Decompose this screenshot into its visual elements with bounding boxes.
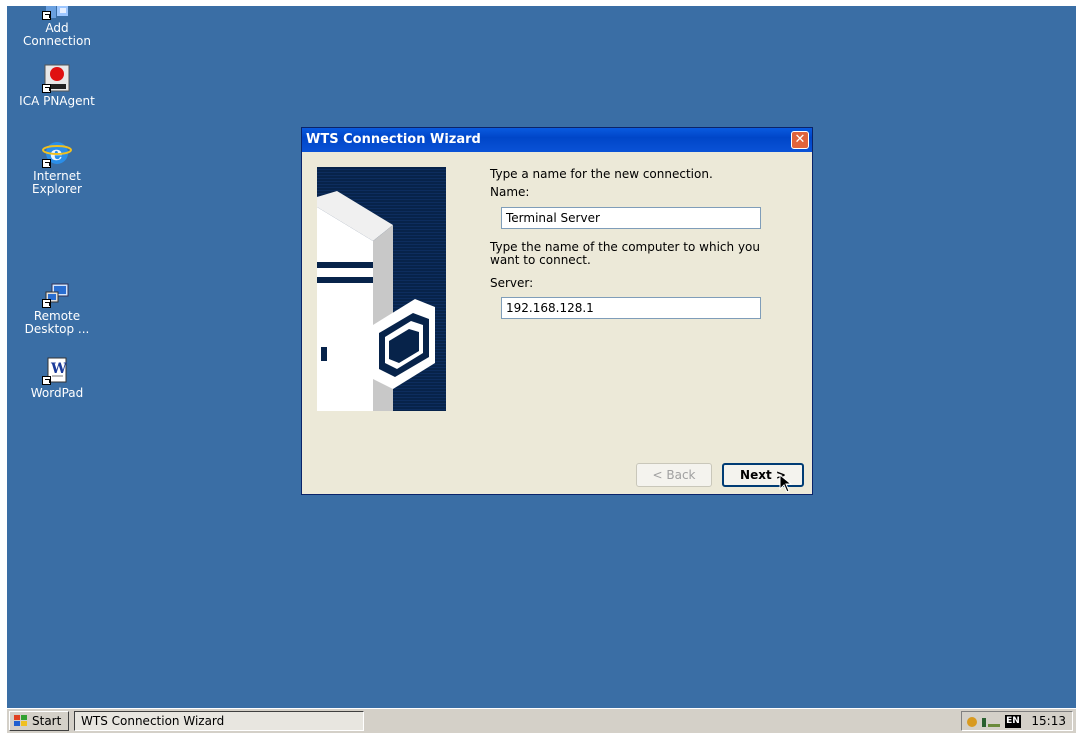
add-connection-icon (42, 6, 72, 20)
desktop-icon-wordpad[interactable]: W WordPad (19, 355, 95, 400)
server-illustration-icon (317, 191, 435, 411)
server-input[interactable]: 192.168.128.1 (501, 297, 761, 319)
mouse-cursor-icon (779, 473, 793, 497)
wizard-illustration (317, 167, 446, 411)
desktop-icon-internet-explorer[interactable]: e Internet Explorer (19, 138, 95, 196)
wordpad-icon: W (42, 355, 72, 385)
start-button[interactable]: Start (9, 711, 69, 731)
desktop-icon-label: Remote Desktop ... (24, 309, 90, 336)
desktop-icon-label: ICA PNAgent (19, 94, 95, 108)
name-input[interactable]: Terminal Server (501, 207, 761, 229)
name-prompt: Type a name for the new connection. (490, 167, 713, 181)
name-label: Name: (490, 185, 530, 199)
remote-desktop-icon (42, 278, 72, 308)
close-button[interactable]: ✕ (791, 131, 809, 149)
taskbar-item-label: WTS Connection Wizard (81, 714, 225, 728)
start-label: Start (32, 714, 62, 728)
desktop-icon-add-connection[interactable]: Add Connection (19, 6, 95, 48)
ica-pnagent-icon (42, 63, 72, 93)
title-bar[interactable]: WTS Connection Wizard ✕ (302, 128, 812, 152)
wizard-window: WTS Connection Wizard ✕ Type a name for … (301, 127, 813, 495)
svg-text:W: W (50, 361, 67, 377)
desktop-icon-label: Add Connection (23, 21, 91, 48)
server-prompt-line-2: want to connect. (490, 253, 591, 267)
windows-flag-icon (14, 715, 27, 726)
server-label: Server: (490, 276, 534, 290)
back-button[interactable]: < Back (636, 463, 712, 487)
language-indicator[interactable]: EN (1005, 715, 1021, 728)
close-icon: ✕ (794, 132, 806, 147)
desktop-icon-label: Internet Explorer (32, 169, 82, 196)
desktop-icon-ica-pnagent[interactable]: ICA PNAgent (19, 63, 95, 108)
desktop-icon-label: WordPad (30, 386, 84, 400)
system-tray: EN 15:13 (961, 711, 1073, 731)
clock[interactable]: 15:13 (1031, 714, 1066, 728)
internet-explorer-icon: e (42, 138, 72, 168)
taskbar-item-wts-wizard[interactable]: WTS Connection Wizard (74, 711, 364, 731)
taskbar: Start WTS Connection Wizard EN 15:13 (7, 708, 1076, 733)
tray-status-icon[interactable] (966, 715, 1002, 729)
window-title: WTS Connection Wizard (306, 132, 481, 147)
desktop-icon-remote-desktop[interactable]: Remote Desktop ... (19, 278, 95, 336)
